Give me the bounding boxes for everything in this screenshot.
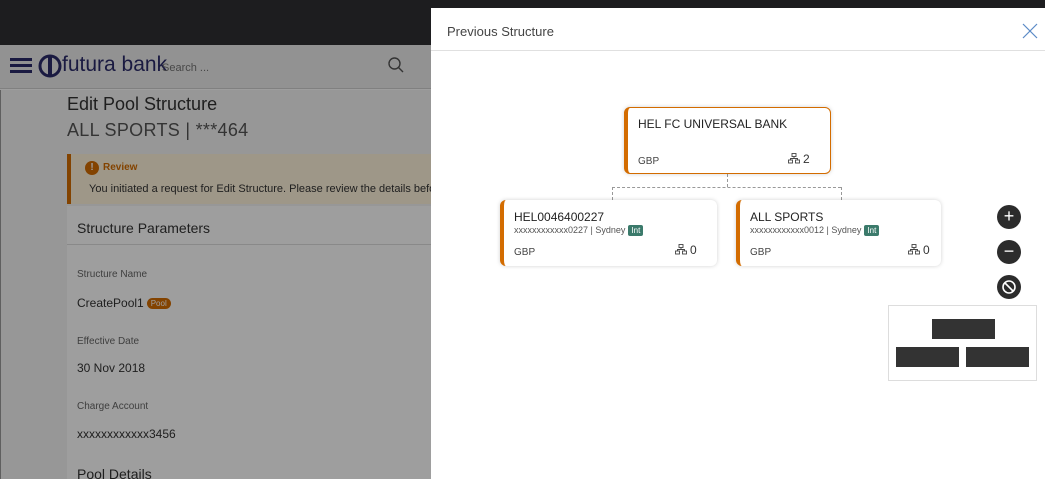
hierarchy-icon: [788, 153, 800, 164]
node-account-text: xxxxxxxxxxxx0012 | Sydney: [750, 225, 862, 235]
node-account: xxxxxxxxxxxx0012 | Sydney Int: [750, 225, 880, 236]
tree-connector: [727, 174, 728, 187]
tree-connector: [841, 187, 842, 200]
node-name: HEL FC UNIVERSAL BANK: [638, 117, 788, 131]
node-account: xxxxxxxxxxxx0227 | Sydney Int: [514, 225, 644, 236]
node-count: 0: [675, 243, 697, 257]
zoom-out-button[interactable]: −: [997, 240, 1021, 264]
minimap-node: [966, 347, 1029, 367]
tree-node-child[interactable]: HEL0046400227 xxxxxxxxxxxx0227 | Sydney I…: [500, 200, 717, 266]
int-badge: Int: [864, 225, 880, 236]
node-account-text: xxxxxxxxxxxx0227 | Sydney: [514, 225, 626, 235]
close-icon[interactable]: [1022, 23, 1038, 39]
tree-connector: [612, 187, 613, 200]
node-currency: GBP: [514, 247, 536, 258]
reset-icon: [1002, 280, 1016, 294]
node-count: 2: [788, 152, 810, 166]
node-count-value: 0: [690, 243, 697, 257]
minimap-node: [932, 319, 995, 339]
node-count: 0: [908, 243, 930, 257]
hierarchy-icon: [675, 244, 687, 255]
reset-zoom-button[interactable]: [997, 275, 1021, 299]
panel-header: Previous Structure: [431, 8, 1045, 51]
panel-title: Previous Structure: [447, 24, 554, 39]
node-name: HEL0046400227: [514, 210, 605, 224]
tree-connector: [612, 187, 841, 188]
tree-node-child[interactable]: ALL SPORTS xxxxxxxxxxxx0012 | Sydney Int …: [736, 200, 941, 266]
node-currency: GBP: [638, 156, 660, 167]
hierarchy-icon: [908, 244, 920, 255]
minimap-node: [896, 347, 959, 367]
node-currency: GBP: [750, 247, 772, 258]
node-count-value: 2: [803, 152, 810, 166]
minimap[interactable]: [888, 305, 1037, 381]
int-badge: Int: [628, 225, 644, 236]
previous-structure-panel: Previous Structure HEL FC UNIVERSAL BANK…: [431, 8, 1045, 479]
node-name: ALL SPORTS: [750, 210, 824, 224]
node-count-value: 0: [923, 243, 930, 257]
tree-node-root[interactable]: HEL FC UNIVERSAL BANK GBP 2: [624, 107, 831, 174]
zoom-in-button[interactable]: +: [997, 205, 1021, 229]
